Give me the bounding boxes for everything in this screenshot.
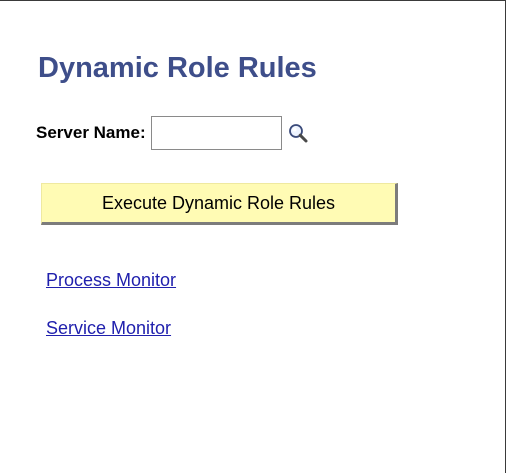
page-title: Dynamic Role Rules [38,52,317,84]
server-lookup-button[interactable] [285,120,311,146]
server-name-row: Server Name: [36,115,311,151]
service-monitor-link[interactable]: Service Monitor [46,318,171,339]
server-name-input[interactable] [150,116,282,150]
execute-dynamic-role-rules-button[interactable]: Execute Dynamic Role Rules [41,183,398,225]
process-monitor-link[interactable]: Process Monitor [46,270,176,291]
search-icon [288,124,308,143]
server-name-label: Server Name: [36,123,146,142]
